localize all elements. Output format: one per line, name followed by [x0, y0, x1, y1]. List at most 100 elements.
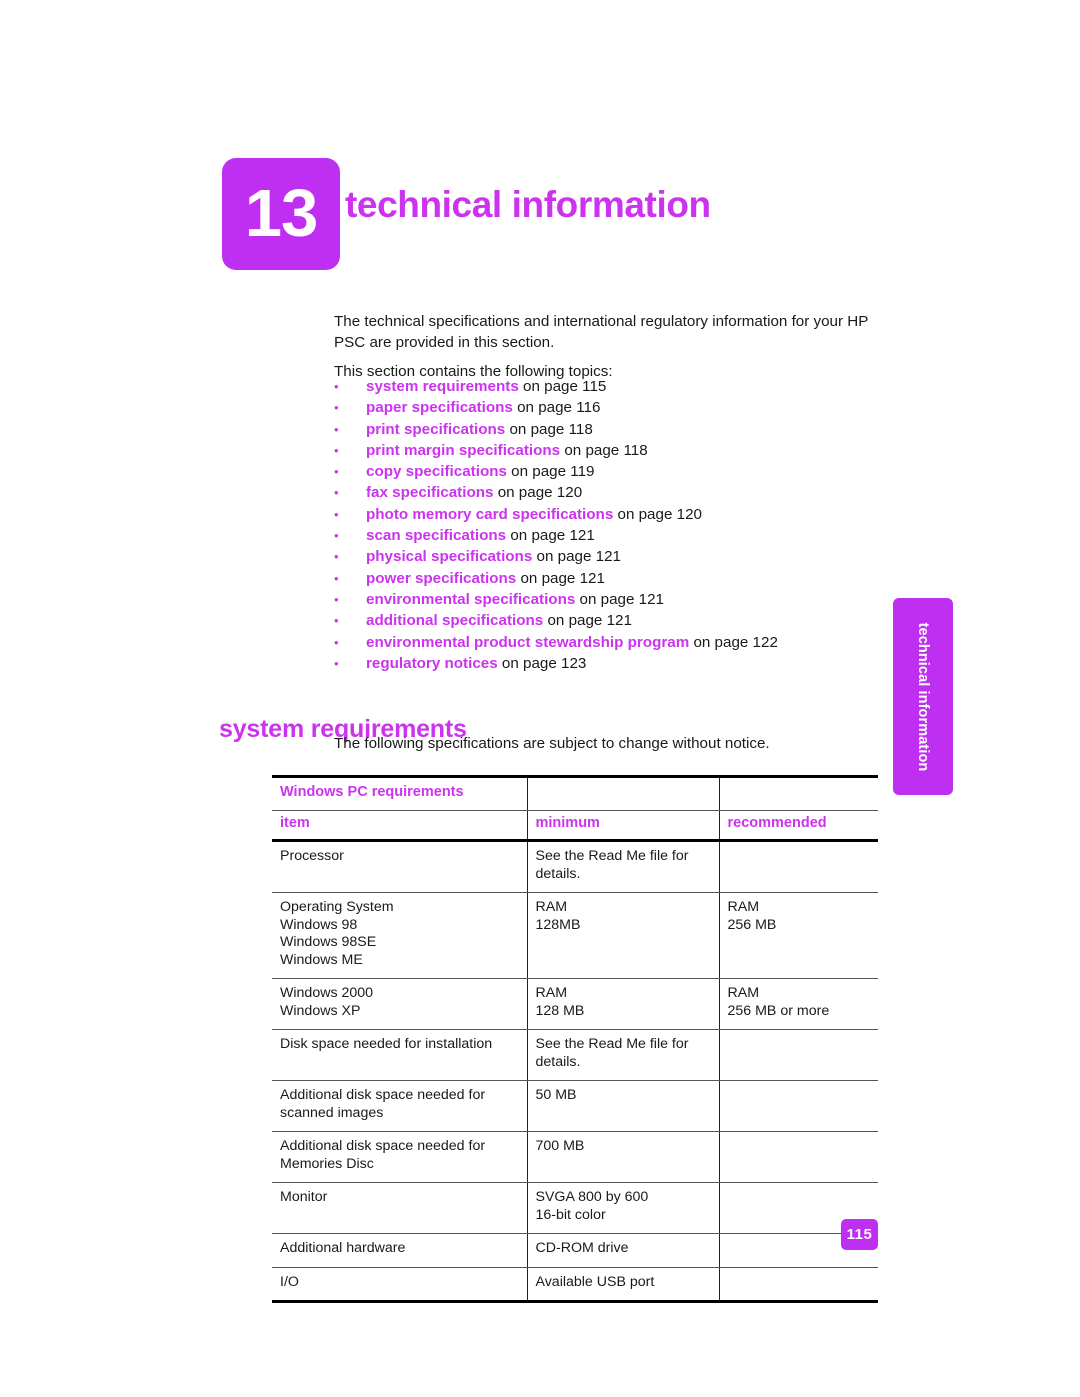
table-row: Additional hardware CD-ROM drive — [272, 1233, 878, 1268]
table-cell-recommended — [719, 1029, 878, 1081]
topic-list-item[interactable]: • power specifications on page 121 — [334, 568, 894, 589]
bullet-icon: • — [334, 591, 339, 607]
topic-link[interactable]: photo memory card specifications — [366, 504, 613, 525]
table-cell-recommended — [719, 1080, 878, 1132]
topic-page-reference: on page 121 — [575, 590, 664, 608]
side-tab-technical-information: technical information — [893, 598, 953, 795]
topic-page-reference: on page 120 — [493, 484, 583, 502]
cell-line: Monitor — [280, 1189, 328, 1205]
topic-list-item[interactable]: • physical specifications on page 121 — [334, 546, 894, 567]
topic-page-reference: on page 121 — [543, 612, 632, 630]
bullet-icon: • — [334, 549, 339, 565]
cell-line: Additional hardware — [280, 1240, 406, 1256]
topic-list-item[interactable]: • print specifications on page 118 — [334, 419, 894, 440]
table-row: Operating System Windows 98 Windows 98SE Wi… — [272, 892, 878, 979]
cell-line: I/O — [280, 1273, 299, 1290]
topic-link[interactable]: power specifications — [366, 568, 516, 589]
topic-link[interactable]: system requirements — [366, 376, 519, 397]
topic-page-reference: on page 118 — [505, 420, 593, 438]
table-cell-item: Additional disk space needed for scanned … — [272, 1080, 528, 1132]
cell-line: Windows 2000 — [280, 985, 374, 1001]
topic-list-item[interactable]: • scan specifications on page 121 — [334, 525, 894, 546]
bullet-icon: • — [334, 655, 339, 671]
cell-line: RAM — [727, 985, 760, 1001]
table-cell-item: Windows 2000 Windows XP — [272, 978, 528, 1030]
table-caption-cell: Windows PC requirements — [272, 775, 528, 811]
cell-line: scanned images — [280, 1104, 384, 1121]
topic-link[interactable]: additional specifications — [366, 610, 543, 631]
table-cell-minimum: 50 MB — [527, 1080, 720, 1132]
table-cell-minimum: RAM 128 MB — [527, 978, 720, 1030]
table-cell-item: I/O — [272, 1267, 528, 1303]
cell-line: RAM — [535, 899, 568, 915]
table-cell-item: Operating System Windows 98 Windows 98SE Wi… — [272, 892, 528, 979]
table-cell-minimum: RAM 128MB — [527, 892, 720, 979]
table-caption-spacer-2 — [719, 775, 878, 811]
topic-list-item[interactable]: • photo memory card specifications on pag… — [334, 504, 894, 525]
side-tab-label: technical information — [915, 622, 931, 771]
table-cell-minimum: 700 MB — [527, 1131, 720, 1183]
topic-link[interactable]: environmental product stewardship progra… — [366, 632, 689, 653]
bullet-icon: • — [334, 506, 339, 522]
cell-line: 128MB — [535, 916, 581, 933]
column-header-minimum: minimum — [527, 810, 720, 842]
topic-page-reference: on page 118 — [560, 441, 648, 459]
topic-list-item[interactable]: • system requirements on page 115 — [334, 376, 894, 397]
table-cell-recommended — [719, 1131, 878, 1183]
table-row: Processor See the Read Me file for details… — [272, 840, 878, 893]
topic-list-item[interactable]: • fax specifications on page 120 — [334, 482, 894, 503]
topic-page-reference: on page 121 — [516, 569, 605, 587]
cell-line: Additional disk space needed for — [280, 1138, 486, 1154]
topic-list-item[interactable]: • print margin specifications on page 118 — [334, 440, 894, 461]
topic-link[interactable]: environmental specifications — [366, 589, 575, 610]
topic-page-reference: on page 116 — [512, 399, 601, 417]
table-cell-item: Additional disk space needed for Memories… — [272, 1131, 528, 1183]
topic-list-item[interactable]: • environmental specifications on page 12… — [334, 589, 894, 610]
cell-line: 16-bit color — [535, 1206, 606, 1223]
cell-line: 700 MB — [535, 1138, 585, 1154]
table-cell-item: Processor — [272, 840, 528, 893]
page-number: 115 — [841, 1219, 878, 1250]
topic-link[interactable]: scan specifications — [366, 525, 506, 546]
table-cell-minimum: SVGA 800 by 600 16-bit color — [527, 1182, 720, 1234]
bullet-icon: • — [334, 400, 339, 416]
cell-line: RAM — [535, 985, 568, 1001]
cell-line: Disk space needed for installation — [280, 1036, 493, 1052]
topic-list-item[interactable]: • regulatory notices on page 123 — [334, 653, 894, 674]
page-title: technical information — [345, 183, 711, 225]
bullet-icon: • — [334, 634, 339, 650]
topic-link[interactable]: copy specifications — [366, 461, 507, 482]
cell-line: details. — [535, 865, 581, 882]
topic-link[interactable]: print specifications — [366, 419, 505, 440]
table-caption-spacer-1 — [527, 775, 720, 811]
topic-link[interactable]: fax specifications — [366, 482, 493, 503]
topic-list-item[interactable]: • copy specifications on page 119 — [334, 461, 894, 482]
table-row: I/O Available USB port — [272, 1267, 878, 1303]
topic-page-reference: on page 115 — [518, 378, 607, 395]
table-caption: Windows PC requirements — [280, 784, 464, 800]
table-header-row: item minimum recommended — [272, 810, 878, 842]
topic-page-reference: on page 122 — [689, 633, 778, 651]
chapter-number-badge: 13 — [222, 158, 340, 270]
topic-link[interactable]: regulatory notices — [366, 653, 498, 674]
cell-line: CD-ROM drive — [535, 1240, 629, 1256]
topic-link[interactable]: physical specifications — [366, 546, 532, 567]
topic-list-item[interactable]: • additional specifications on page 121 — [334, 610, 894, 631]
table-row: Disk space needed for installation See th… — [272, 1029, 878, 1081]
section-note: The following specifications are subject… — [334, 735, 770, 752]
topic-list-item[interactable]: • paper specifications on page 116 — [334, 397, 894, 418]
table-caption-row: Windows PC requirements — [272, 775, 878, 811]
topic-link[interactable]: print margin specifications — [366, 440, 560, 461]
column-header-recommended: recommended — [719, 810, 878, 842]
table-cell-item: Disk space needed for installation — [272, 1029, 528, 1081]
topic-link[interactable]: paper specifications — [366, 397, 513, 418]
bullet-icon: • — [334, 464, 339, 480]
cell-line: Windows ME — [280, 951, 363, 968]
table-cell-minimum: CD-ROM drive — [527, 1233, 720, 1268]
cell-line: Available USB port — [535, 1273, 655, 1290]
topic-page-reference: on page 121 — [506, 527, 595, 545]
table-cell-minimum: Available USB port — [527, 1267, 720, 1303]
column-header-item: item — [272, 810, 528, 842]
cell-line: SVGA 800 by 600 — [535, 1189, 649, 1205]
topic-list-item[interactable]: • environmental product stewardship progr… — [334, 632, 894, 653]
